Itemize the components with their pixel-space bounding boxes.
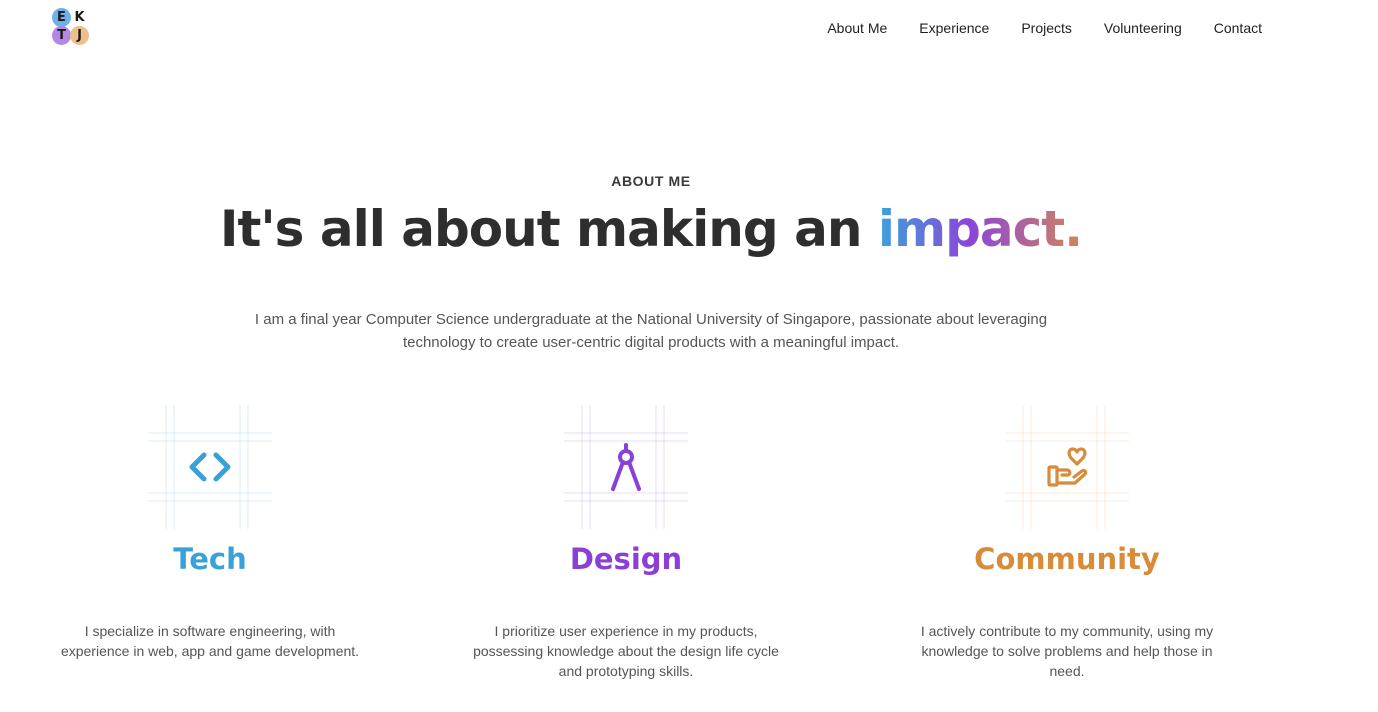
nav-about-me[interactable]: About Me <box>811 18 903 38</box>
page-title: It's all about making an impact. <box>0 200 1302 258</box>
logo[interactable]: E K T J <box>52 8 90 46</box>
pillar-tech-description: I specialize in software engineering, wi… <box>60 623 360 659</box>
nav-volunteering[interactable]: Volunteering <box>1088 18 1198 38</box>
pillar-design-description: I prioritize user experience in my produ… <box>473 623 779 679</box>
compass-icon <box>611 443 641 491</box>
intro-text: I am a final year Computer Science under… <box>0 308 1302 354</box>
pillar-tech-title: Tech <box>173 542 247 576</box>
pillar-design-title: Design <box>569 542 683 576</box>
logo-letter-j: J <box>70 26 89 45</box>
top-nav: About Me Experience Projects Volunteerin… <box>811 18 1262 38</box>
pillar-tech-icon-frame <box>148 405 272 529</box>
heart-hand-icon <box>1047 447 1088 487</box>
intro-line-2: technology to create user-centric digita… <box>402 334 900 351</box>
nav-projects[interactable]: Projects <box>1005 18 1088 38</box>
section-eyebrow: ABOUT ME <box>611 173 691 189</box>
headline-prefix: It's all about making an <box>219 200 878 258</box>
nav-contact[interactable]: Contact <box>1198 18 1262 38</box>
pillar-design-icon-frame <box>564 405 688 529</box>
pillar-community-description: I actively contribute to my community, u… <box>920 623 1214 679</box>
headline-accent: impact. <box>877 200 1083 258</box>
logo-letter-t: T <box>52 26 71 45</box>
logo-letter-k: K <box>74 10 85 25</box>
pillar-design: Design I prioritize user experience in m… <box>461 405 791 681</box>
pillar-tech: Tech I specialize in software engineerin… <box>45 405 375 661</box>
pillar-community: Community I actively contribute to my co… <box>902 405 1232 681</box>
nav-experience[interactable]: Experience <box>903 18 1005 38</box>
pillar-community-title: Community <box>974 542 1160 576</box>
pillar-community-icon-frame <box>1005 405 1129 529</box>
intro-line-1: I am a final year Computer Science under… <box>254 311 1048 328</box>
code-brackets-icon <box>189 452 231 482</box>
logo-letter-e: E <box>52 8 71 27</box>
page: E K T J About Me Experience Projects Vol… <box>0 0 1378 712</box>
